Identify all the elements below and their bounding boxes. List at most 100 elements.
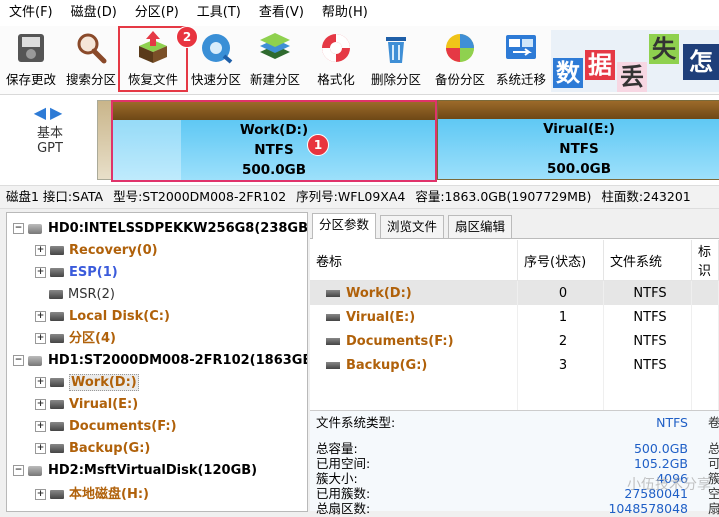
disk-type-label: 基本 <box>36 126 63 141</box>
expand-icon[interactable]: + <box>35 421 46 432</box>
tree-partition-backup-g[interactable]: + Backup(G:) <box>35 439 150 459</box>
partition-icon <box>50 378 64 387</box>
partition-block-work[interactable]: Work(D:) NTFS 500.0GB <box>111 100 437 182</box>
tree-partition-local-disk-c[interactable]: + Local Disk(C:) <box>35 307 170 327</box>
banner-tile-1: 数 <box>553 58 583 88</box>
expand-icon[interactable]: + <box>35 311 46 322</box>
prop-fs-type: 文件系统类型: NTFS 卷 <box>316 415 719 430</box>
pie-icon <box>442 30 478 66</box>
hard-disk-icon <box>28 465 42 476</box>
col-volume-label[interactable]: 卷标 <box>310 240 518 281</box>
prop-total-capacity: 总容量: 500.0GB 总 <box>316 441 719 456</box>
format-button[interactable]: 格式化 <box>310 28 362 90</box>
menu-tools[interactable]: 工具(T) <box>188 0 250 26</box>
disk-cylinders: 柱面数:243201 <box>601 189 691 204</box>
tree-partition-msr[interactable]: MSR(2) <box>49 285 115 305</box>
watermark-text: 小伍技术分享 <box>627 477 711 493</box>
collapse-icon[interactable]: − <box>13 223 24 234</box>
col-filesystem[interactable]: 文件系统 <box>603 240 692 281</box>
partition-icon <box>50 334 64 343</box>
save-changes-button[interactable]: 保存更改 <box>2 28 60 90</box>
tree-partition-local-h[interactable]: + 本地磁盘(H:) <box>35 485 149 505</box>
expand-icon[interactable]: + <box>35 267 46 278</box>
recover-box-icon <box>135 30 171 66</box>
tree-disk-hd2[interactable]: − HD2:MsftVirtualDisk(120GB) <box>13 461 257 481</box>
partition-icon <box>50 422 64 431</box>
disk-info-bar: 磁盘1 接口:SATA 型号:ST2000DM008-2FR102 序列号:WF… <box>0 185 719 209</box>
col-flag[interactable]: 标识 <box>691 240 719 281</box>
expand-icon[interactable]: + <box>35 333 46 344</box>
partition-icon <box>50 246 64 255</box>
expand-icon[interactable]: + <box>35 489 46 500</box>
lifebuoy-icon <box>318 30 354 66</box>
menu-bar: 文件(F) 磁盘(D) 分区(P) 工具(T) 查看(V) 帮助(H) <box>0 0 719 26</box>
tree-partition-virual-e[interactable]: + Virual(E:) <box>35 395 138 415</box>
step-badge-1: 1 <box>307 134 329 156</box>
tree-partition-esp[interactable]: + ESP(1) <box>35 263 118 283</box>
tree-partition-documents-f[interactable]: + Documents(F:) <box>35 417 177 437</box>
partition-icon <box>50 490 64 499</box>
search-partition-button[interactable]: 搜索分区 <box>62 28 120 90</box>
table-row[interactable]: Documents(F:) 2 NTFS <box>310 329 719 353</box>
expand-icon[interactable]: + <box>35 377 46 388</box>
table-row[interactable]: Work(D:) 0 NTFS <box>310 280 719 305</box>
detail-tabs: 分区参数 浏览文件 扇区编辑 <box>310 212 719 239</box>
new-stack-icon <box>257 30 293 66</box>
disk-nav: ◀▶ 基本 GPT <box>20 103 80 156</box>
tab-browse-files[interactable]: 浏览文件 <box>380 215 445 238</box>
disk-serial: 序列号:WFL09XA4 <box>296 189 406 204</box>
table-row[interactable]: Virual(E:) 1 NTFS <box>310 305 719 329</box>
menu-disk[interactable]: 磁盘(D) <box>62 0 126 26</box>
menu-view[interactable]: 查看(V) <box>250 0 313 26</box>
partition-properties: 文件系统类型: NTFS 卷 总容量: 500.0GB 总 已用空间: 105.2GB 可 … <box>310 410 719 516</box>
reserved-partition-block[interactable] <box>97 100 112 180</box>
system-migration-button[interactable]: 系统迁移 <box>492 28 550 90</box>
partition-icon <box>326 289 340 297</box>
backup-partition-button[interactable]: 备份分区 <box>430 28 490 90</box>
partition-icon <box>326 313 340 321</box>
menu-partition[interactable]: 分区(P) <box>126 0 188 26</box>
disk-tree: − HD0:INTELSSDPEKKW256G8(238GB) + Recovery… <box>6 212 308 512</box>
expand-icon[interactable]: + <box>35 245 46 256</box>
delete-partition-button[interactable]: 删除分区 <box>366 28 426 90</box>
trash-icon <box>378 30 414 66</box>
new-partition-button[interactable]: 新建分区 <box>246 28 304 90</box>
col-index-status[interactable]: 序号(状态) <box>517 240 604 281</box>
partition-icon <box>50 444 64 453</box>
tab-sector-editor[interactable]: 扇区编辑 <box>448 215 513 238</box>
table-row[interactable]: Backup(G:) 3 NTFS <box>310 353 719 377</box>
disk-model: 型号:ST2000DM008-2FR102 <box>113 189 287 204</box>
next-disk-icon[interactable]: ▶ <box>50 103 66 122</box>
prop-total-sectors: 总扇区数: 1048578048 扇 <box>316 501 719 516</box>
details-panel: 分区参数 浏览文件 扇区编辑 卷标 序号(状态) 文件系统 标识 Work(D:… <box>310 212 719 516</box>
tree-partition-recovery[interactable]: + Recovery(0) <box>35 241 158 261</box>
disk-capacity: 容量:1863.0GB(1907729MB) <box>415 189 592 204</box>
partition-icon <box>326 337 340 345</box>
promo-banner[interactable]: 数 据 丢 失 怎 <box>551 30 719 92</box>
menu-help[interactable]: 帮助(H) <box>313 0 377 26</box>
banner-tile-3: 丢 <box>617 62 647 92</box>
partition-table: 卷标 序号(状态) 文件系统 标识 Work(D:) 0 NTFS Virual… <box>310 240 719 419</box>
hard-disk-icon <box>28 355 42 366</box>
collapse-icon[interactable]: − <box>13 465 24 476</box>
menu-file[interactable]: 文件(F) <box>0 0 62 26</box>
partition-icon <box>50 268 64 277</box>
partition-icon <box>326 361 340 369</box>
disk-interface: 磁盘1 接口:SATA <box>6 189 104 204</box>
expand-icon[interactable]: + <box>35 443 46 454</box>
collapse-icon[interactable]: − <box>13 355 24 366</box>
tree-partition-4[interactable]: + 分区(4) <box>35 329 116 349</box>
banner-tile-2: 据 <box>585 50 615 80</box>
disk-map: ◀▶ 基本 GPT Work(D:) NTFS 500.0GB Virual(E… <box>0 95 719 185</box>
quick-disk-icon <box>198 30 234 66</box>
prev-disk-icon[interactable]: ◀ <box>34 103 50 122</box>
expand-icon[interactable]: + <box>35 399 46 410</box>
hard-disk-icon <box>28 223 42 234</box>
tree-disk-hd1[interactable]: − HD1:ST2000DM008-2FR102(1863GB) <box>13 351 307 371</box>
step-badge-2: 2 <box>176 26 198 48</box>
banner-tile-4: 失 <box>649 34 679 64</box>
partition-block-virual[interactable]: Virual(E:) NTFS 500.0GB <box>437 100 719 180</box>
tree-partition-work-d[interactable]: + Work(D:) <box>35 373 139 393</box>
tree-disk-hd0[interactable]: − HD0:INTELSSDPEKKW256G8(238GB) <box>13 219 307 239</box>
tab-partition-params[interactable]: 分区参数 <box>312 213 377 239</box>
